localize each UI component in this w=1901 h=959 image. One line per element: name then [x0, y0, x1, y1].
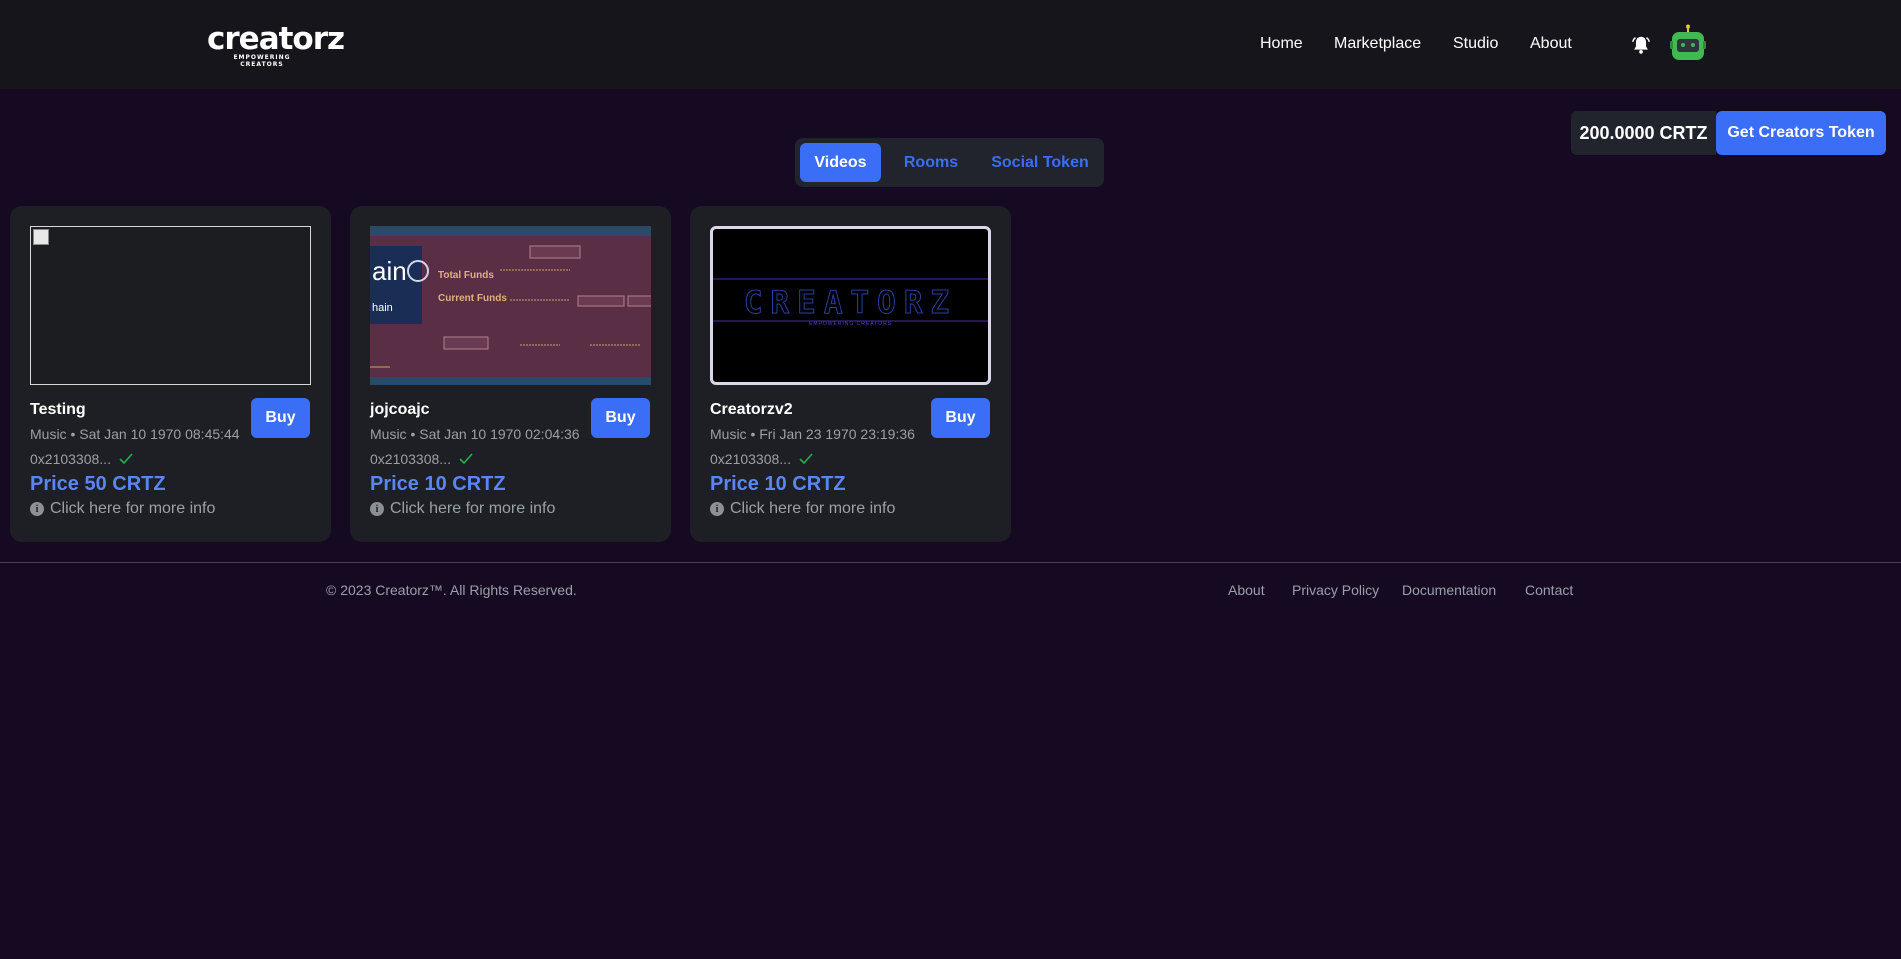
check-icon: [119, 453, 133, 465]
video-title: Testing: [30, 401, 86, 418]
logo-wordmark: creatorz: [207, 21, 345, 57]
info-icon: i: [370, 502, 384, 516]
crtz-balance: 200.0000 CRTZ: [1571, 111, 1716, 155]
video-card[interactable]: ain hain Total Funds Current Funds jojco…: [350, 206, 671, 542]
top-navbar: creatorz EMPOWERING CREATORS Home Market…: [0, 0, 1901, 89]
check-icon: [459, 453, 473, 465]
thumb-logo-fragment-2: hain: [372, 302, 393, 314]
info-icon: i: [710, 502, 724, 516]
content-tabs: Videos Rooms Social Token: [795, 138, 1104, 187]
video-price: Price 10 CRTZ: [710, 473, 846, 495]
creator-address: 0x2103308...: [30, 451, 133, 467]
creatorz-logo[interactable]: creatorz EMPOWERING CREATORS: [207, 21, 345, 69]
bell-icon[interactable]: [1630, 34, 1652, 56]
more-info-text: Click here for more info: [390, 500, 556, 517]
buy-button[interactable]: Buy: [251, 398, 310, 438]
address-text: 0x2103308...: [30, 451, 111, 467]
video-meta: Music • Sat Jan 10 1970 08:45:44: [30, 426, 240, 442]
video-meta: Music • Sat Jan 10 1970 02:04:36: [370, 426, 580, 442]
video-meta: Music • Fri Jan 23 1970 23:19:36: [710, 426, 915, 442]
footer-link-privacy-policy[interactable]: Privacy Policy: [1292, 582, 1379, 598]
check-icon: [799, 453, 813, 465]
video-thumbnail[interactable]: [30, 226, 311, 385]
footer-copyright: © 2023 Creatorz™. All Rights Reserved.: [326, 582, 577, 598]
nav-home[interactable]: Home: [1260, 35, 1303, 53]
buy-button[interactable]: Buy: [931, 398, 990, 438]
more-info-text: Click here for more info: [730, 500, 896, 517]
video-price: Price 50 CRTZ: [30, 473, 166, 495]
video-thumbnail[interactable]: CREATORZ EMPOWERING CREATORS: [710, 226, 991, 385]
tab-social-token[interactable]: Social Token: [981, 143, 1099, 182]
creator-address: 0x2103308...: [370, 451, 473, 467]
video-title: jojcoajc: [370, 401, 430, 418]
more-info-link[interactable]: i Click here for more info: [710, 500, 895, 518]
address-text: 0x2103308...: [710, 451, 791, 467]
get-creators-token-button[interactable]: Get Creators Token: [1716, 111, 1886, 155]
thumb-current-funds: Current Funds: [438, 293, 507, 304]
nav-studio[interactable]: Studio: [1453, 35, 1498, 53]
nav-marketplace[interactable]: Marketplace: [1334, 35, 1421, 53]
thumb-banner-text: CREATORZ: [743, 285, 958, 322]
creator-address: 0x2103308...: [710, 451, 813, 467]
buy-button[interactable]: Buy: [591, 398, 650, 438]
footer-link-about[interactable]: About: [1228, 582, 1265, 598]
thumb-banner-sub: EMPOWERING CREATORS: [809, 321, 892, 327]
address-text: 0x2103308...: [370, 451, 451, 467]
more-info-link[interactable]: i Click here for more info: [370, 500, 555, 518]
robot-avatar-icon[interactable]: [1670, 24, 1706, 62]
broken-image-icon: [33, 229, 49, 245]
footer-divider: [0, 562, 1901, 563]
tab-videos[interactable]: Videos: [800, 143, 881, 182]
video-price: Price 10 CRTZ: [370, 473, 506, 495]
thumb-logo-fragment: ain: [372, 256, 407, 286]
more-info-text: Click here for more info: [50, 500, 216, 517]
footer-link-contact[interactable]: Contact: [1525, 582, 1573, 598]
video-card[interactable]: Testing Music • Sat Jan 10 1970 08:45:44…: [10, 206, 331, 542]
nav-about[interactable]: About: [1530, 35, 1572, 53]
logo-tagline-2: CREATORS: [240, 61, 284, 68]
more-info-link[interactable]: i Click here for more info: [30, 500, 215, 518]
video-title: Creatorzv2: [710, 401, 793, 418]
footer-link-documentation[interactable]: Documentation: [1402, 582, 1496, 598]
info-icon: i: [30, 502, 44, 516]
thumb-total-funds: Total Funds: [438, 270, 494, 281]
video-card[interactable]: CREATORZ EMPOWERING CREATORS Creatorzv2 …: [690, 206, 1011, 542]
video-thumbnail[interactable]: ain hain Total Funds Current Funds: [370, 226, 651, 385]
tab-rooms[interactable]: Rooms: [891, 143, 971, 182]
funds-screenshot-thumbnail: [370, 226, 651, 385]
